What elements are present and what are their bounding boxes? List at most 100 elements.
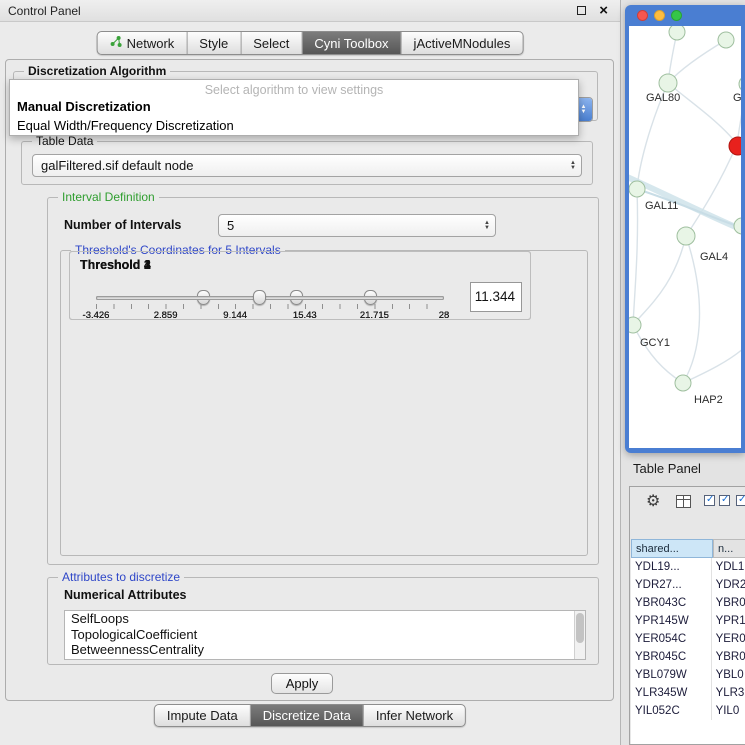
network-view-window: GAL80 GA GAL11 GAL4 GCY1 HAP2 <box>625 5 745 453</box>
node-label: HAP2 <box>694 394 723 406</box>
table-cell[interactable]: YBR0 <box>712 648 745 666</box>
minimize-button[interactable] <box>654 10 665 21</box>
float-panel-icon[interactable] <box>577 6 586 15</box>
table-row[interactable]: YDL19... YDL1 <box>631 558 745 576</box>
table-data-group: Table Data galFiltered.sif default node … <box>21 141 593 185</box>
node-label: GAL4 <box>700 251 728 263</box>
column-header-shared[interactable]: shared... <box>631 539 713 558</box>
slider-track[interactable] <box>96 296 444 300</box>
node-label: GAL11 <box>645 200 678 212</box>
scrollbar-thumb[interactable] <box>576 613 584 643</box>
checkbox-icon[interactable] <box>719 495 730 506</box>
attributes-list[interactable]: SelfLoops TopologicalCoefficient Between… <box>64 610 586 660</box>
number-of-intervals-combo[interactable]: 5 ▲▼ <box>218 214 496 237</box>
scrollbar[interactable] <box>574 611 585 659</box>
network-window-titlebar <box>629 5 745 26</box>
table-cell[interactable]: YIL0 <box>712 702 745 720</box>
node-label: GAL80 <box>646 92 680 104</box>
thresholds-group: Threshold's Coordinates for 5 Intervals … <box>60 250 588 556</box>
table-cell[interactable]: YDR2 <box>712 576 745 594</box>
table-row[interactable]: YIL052C YIL0 <box>631 702 745 720</box>
threshold-slider[interactable]: -3.426 2.859 9.144 15.43 21.715 28 <box>84 288 456 320</box>
table-data-combo[interactable]: galFiltered.sif default node ▲▼ <box>32 154 582 177</box>
slider-scale: -3.426 2.859 9.144 15.43 21.715 28 <box>96 310 444 321</box>
menu-item-equal-width-frequency[interactable]: Equal Width/Frequency Discretization <box>10 116 578 135</box>
column-header-name[interactable]: n... <box>713 539 745 558</box>
table-cell[interactable]: YBL0 <box>712 666 745 684</box>
list-item[interactable]: SelfLoops <box>65 611 585 627</box>
top-tab-label: Network <box>127 36 175 51</box>
node-table: shared... n... YDL19... YDL1 YDR27... YD… <box>631 539 745 744</box>
top-tab-label: Select <box>253 36 289 51</box>
node-highlighted[interactable] <box>729 137 741 155</box>
menu-item-manual-discretization[interactable]: Manual Discretization <box>10 97 578 116</box>
window-title: Control Panel <box>8 0 81 22</box>
bottom-tab[interactable]: Discretize Data <box>250 705 363 726</box>
table-cell[interactable]: YDL1 <box>712 558 745 576</box>
group-title: Table Data <box>32 134 97 148</box>
top-tab[interactable]: Style <box>186 32 240 54</box>
bottom-tab[interactable]: Infer Network <box>363 705 465 726</box>
node-gcy1 <box>629 317 641 333</box>
table-cell[interactable]: YDR27... <box>631 576 712 594</box>
threshold-value-box[interactable]: 11.344 <box>470 282 522 312</box>
close-button[interactable] <box>637 10 648 21</box>
bottom-tab-label: Infer Network <box>376 708 453 723</box>
table-panel: ⚙ shared... n... YDL19... YDL1 YDR27... … <box>629 486 745 745</box>
network-canvas[interactable]: GAL80 GA GAL11 GAL4 GCY1 HAP2 <box>629 26 741 448</box>
slider-ticks <box>96 304 444 309</box>
chevron-updown-icon[interactable]: ▲▼ <box>570 161 576 171</box>
table-cell[interactable]: YBR043C <box>631 594 712 612</box>
group-title: Discretization Algorithm <box>24 64 170 78</box>
table-cell[interactable]: YPR1 <box>712 612 745 630</box>
table-cell[interactable]: YBR0 <box>712 594 745 612</box>
top-tab[interactable]: Cyni Toolbox <box>301 32 400 54</box>
top-tab[interactable]: Network <box>98 32 187 54</box>
gear-icon[interactable]: ⚙ <box>646 491 660 511</box>
slider-thumb[interactable] <box>253 290 266 305</box>
bottom-tab[interactable]: Impute Data <box>155 705 250 726</box>
bottom-tab-label: Discretize Data <box>263 708 351 723</box>
table-row[interactable]: YER054C YER0 <box>631 630 745 648</box>
top-tab[interactable]: jActiveMNodules <box>401 32 523 54</box>
node-label: GCY1 <box>640 337 670 349</box>
table-cell[interactable]: YBL079W <box>631 666 712 684</box>
list-item[interactable]: BetweennessCentrality <box>65 642 585 658</box>
zoom-button[interactable] <box>671 10 682 21</box>
checkbox-icon[interactable] <box>736 495 745 506</box>
table-panel-bar: Table Panel <box>625 455 745 482</box>
node-gal80 <box>659 74 677 92</box>
top-tab[interactable]: Select <box>240 32 301 54</box>
apply-button[interactable]: Apply <box>271 673 333 694</box>
top-tab-label: Cyni Toolbox <box>314 36 388 51</box>
table-row[interactable]: YBR043C YBR0 <box>631 594 745 612</box>
table-panel-title: Table Panel <box>633 455 701 482</box>
node-hap2 <box>675 375 691 391</box>
table-cell[interactable]: YIL052C <box>631 702 712 720</box>
table-cell[interactable]: YLR345W <box>631 684 712 702</box>
table-cell[interactable]: YBR045C <box>631 648 712 666</box>
interval-definition-group: Interval Definition Number of Intervals … <box>47 197 599 565</box>
cyni-toolbox-panel: Discretization Algorithm ▲▼ Select algor… <box>5 59 614 701</box>
table-row[interactable]: YLR345W YLR3 <box>631 684 745 702</box>
table-row[interactable]: YBL079W YBL0 <box>631 666 745 684</box>
table-row[interactable]: YDR27... YDR2 <box>631 576 745 594</box>
table-header: shared... n... <box>631 539 745 558</box>
table-row[interactable]: YPR145W YPR1 <box>631 612 745 630</box>
close-panel-icon[interactable]: × <box>599 1 608 21</box>
numerical-attributes-label: Numerical Attributes <box>64 588 186 602</box>
table-cell[interactable]: YER0 <box>712 630 745 648</box>
list-item[interactable]: TopologicalCoefficient <box>65 627 585 643</box>
table-cell[interactable]: YDL19... <box>631 558 712 576</box>
table-columns-icon[interactable] <box>676 495 691 508</box>
dropdown-hint: Select algorithm to view settings <box>10 80 578 97</box>
table-data-combo-value: galFiltered.sif default node <box>41 155 193 176</box>
table-cell[interactable]: YPR145W <box>631 612 712 630</box>
table-row[interactable]: YBR045C YBR0 <box>631 648 745 666</box>
table-cell[interactable]: YER054C <box>631 630 712 648</box>
checkbox-icon[interactable] <box>704 495 715 506</box>
chevron-updown-icon[interactable]: ▲▼ <box>484 221 490 231</box>
table-cell[interactable]: YLR3 <box>712 684 745 702</box>
node-gal4 <box>677 227 695 245</box>
node-label: GA <box>733 92 741 104</box>
